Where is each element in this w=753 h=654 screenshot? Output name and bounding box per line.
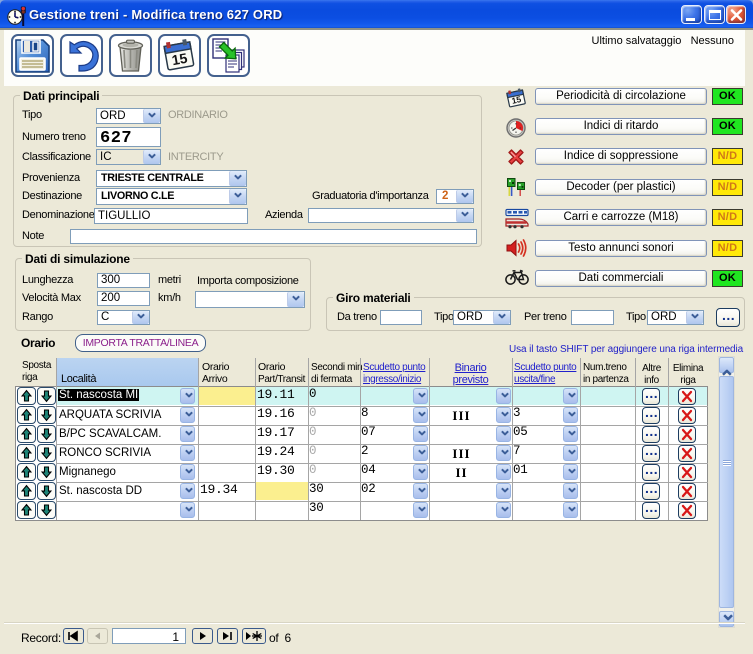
svg-text:15: 15 (170, 50, 188, 68)
